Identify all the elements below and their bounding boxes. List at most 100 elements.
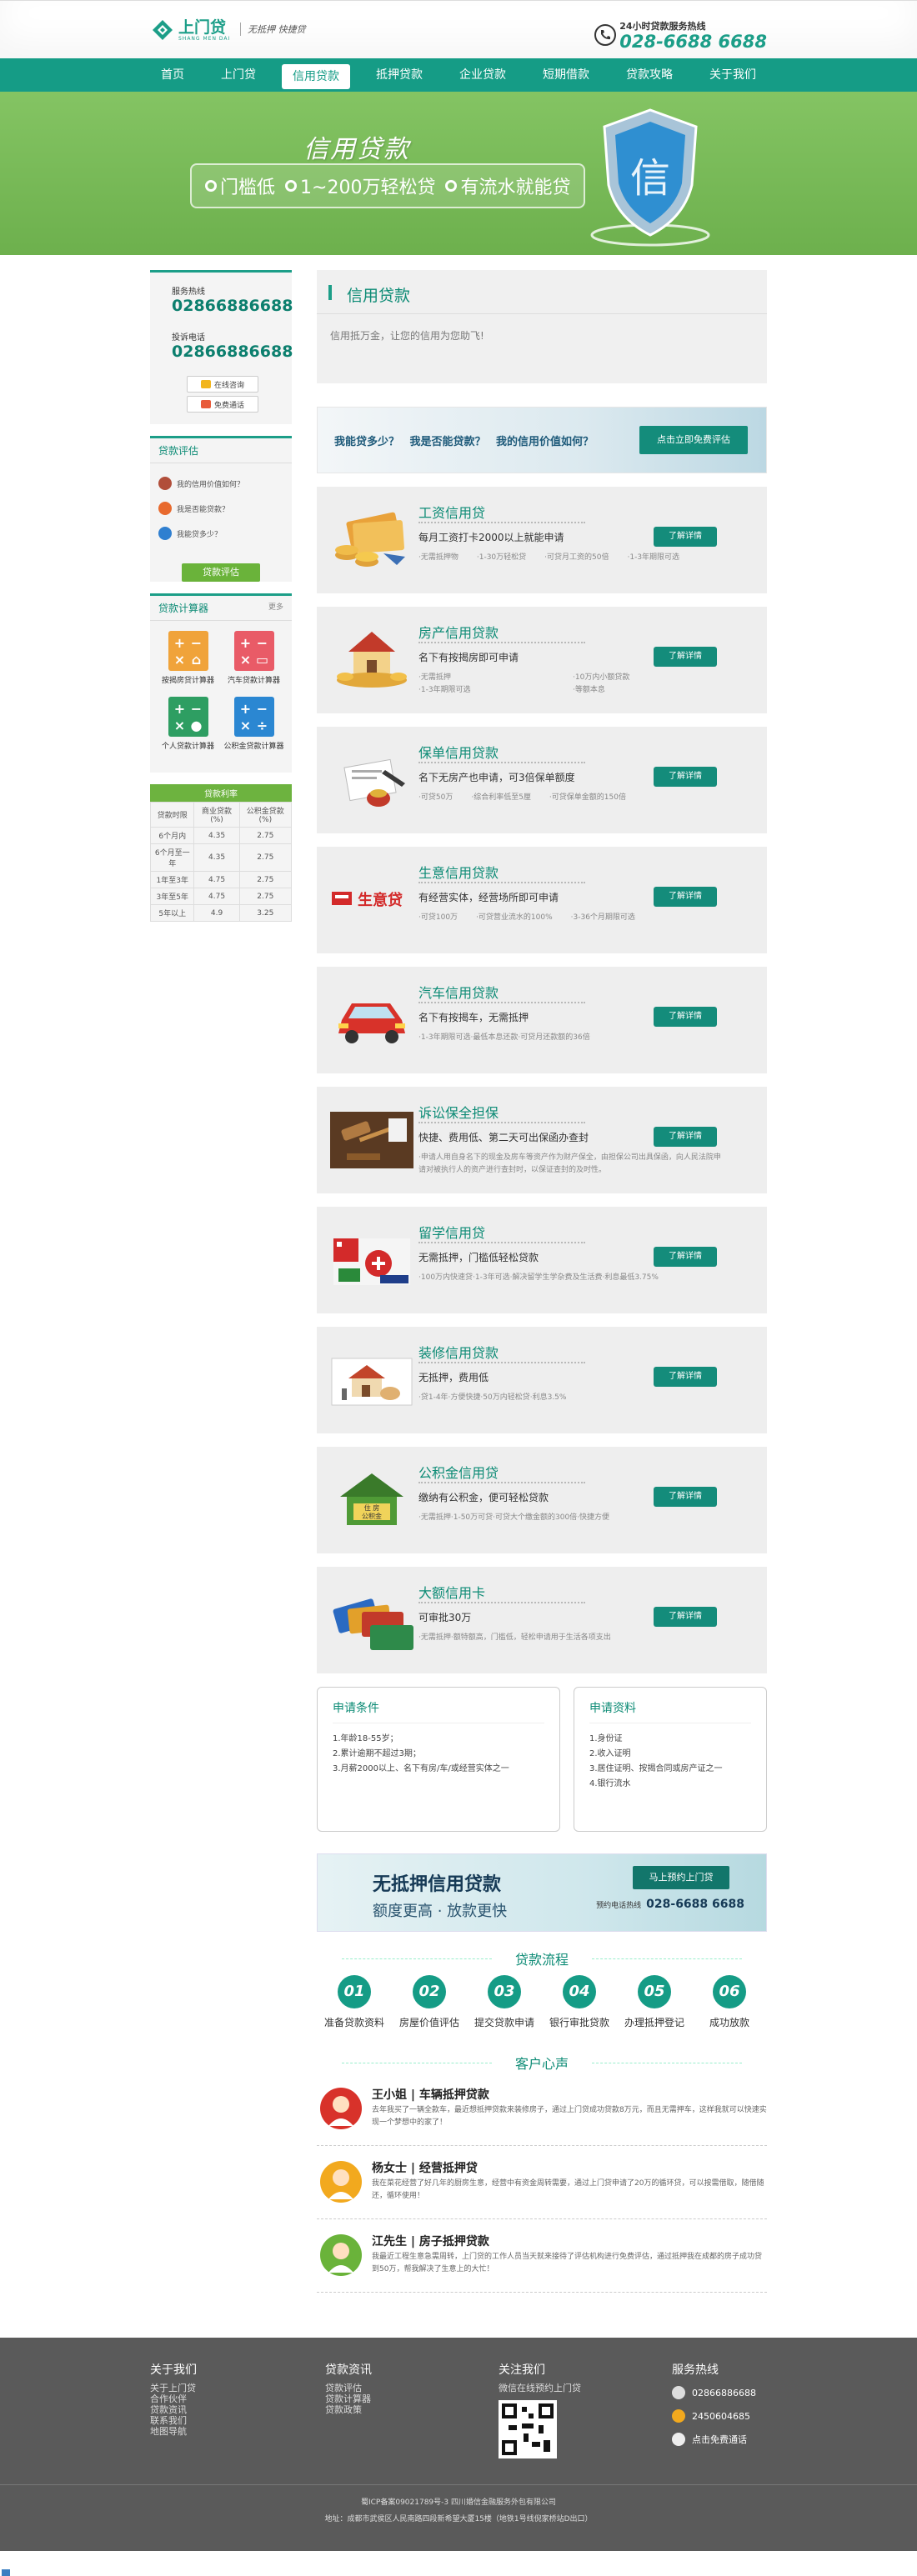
logo-subtitle: SHANG MEN DAI [178,35,231,42]
eval-title: 贷款评估 [150,438,292,463]
calc-more-link[interactable]: 更多 [268,601,283,615]
product-name[interactable]: 保单信用贷款 [418,742,499,762]
svg-text:住 房: 住 房 [364,1503,380,1512]
materials-box: 申请资料 1.身份证 2.收入证明 3.居住证明、按揭合同或房产证之一 4.银行… [574,1687,767,1832]
complaint-label: 投诉电话 [172,333,205,343]
calc-fund[interactable]: + − × ÷ 公积金贷款计算器 [221,697,287,751]
nav-short-term[interactable]: 短期借款 [532,58,600,92]
calculator-icon: + − × ▭ [233,631,274,671]
product-card: 留学信用贷 无需抵押，门槛低轻松贷款 ·100万内快速贷·1-3年可选·解决留学… [317,1207,767,1313]
testimonial-name: 王小姐 | 车辆抵押贷款 [372,2088,489,2102]
details-button[interactable]: 了解详情 [654,1247,717,1267]
intro-panel: 信用贷款 信用抵万金，让您的信用为您助飞! [317,270,767,383]
page-bottom [0,2551,917,2576]
list-item: 2.累计逾期不超过3期； [333,1749,421,1758]
product-summary: 名下有按揭车，无需抵押 [418,1012,529,1023]
footer-link[interactable]: 关于上门贷 [150,2383,197,2393]
product-card: 大额信用卡 可审批30万 ·无需抵押·额特额高，门槛低，轻松申请用于生活各项支出… [317,1567,767,1673]
footer-link[interactable]: 贷款计算器 [325,2393,372,2404]
product-summary: 有经营实体，经营场所即可申请 [418,892,559,903]
table-row: 3年至5年 4.75 2.75 [149,888,293,905]
product-card: 住 房公积金 公积金信用贷 缴纳有公积金，便可轻松贷款 ·无需抵押·1-50万可… [317,1447,767,1553]
footer-qq[interactable]: 2450604685 [672,2409,756,2423]
product-name[interactable]: 诉讼保全担保 [418,1102,499,1122]
eval-item[interactable]: 我是否能贷款？ [158,502,283,515]
footer-free-call[interactable]: 点击免费通话 [672,2433,756,2446]
calc-personal[interactable]: + − × ● 个人贷款计算器 [155,697,221,751]
product-name[interactable]: 工资信用贷 [418,502,485,522]
product-name[interactable]: 汽车信用贷款 [418,982,499,1002]
details-button[interactable]: 了解详情 [654,1127,717,1147]
main-nav: 首页 上门贷 信用贷款 抵押贷款 企业贷款 短期借款 贷款攻略 关于我们 [0,58,917,92]
eval-item[interactable]: 我的信用价值如何？ [158,477,283,490]
avatar [320,2161,362,2203]
footer-link[interactable]: 合作伙伴 [150,2393,197,2404]
product-name[interactable]: 房产信用贷款 [418,622,499,642]
product-summary: 可审批30万 [418,1612,472,1623]
title-accent [328,285,332,300]
calc-car[interactable]: + − × ▭ 汽车贷款计算器 [221,631,287,685]
details-button[interactable]: 了解详情 [654,647,717,667]
service-number: 02866886688 [172,297,293,315]
rate-table-box: 贷款利率 贷款时限 商业贷款(%) 公积金贷款(%) 6个月内 4.35 2.75 6个… [149,784,293,922]
nav-guide[interactable]: 贷款攻略 [615,58,684,92]
list-item: 2.收入证明 [589,1749,631,1758]
svg-text:生意贷: 生意贷 [358,891,403,909]
footer-link[interactable]: 贷款资讯 [150,2404,197,2415]
bullet-icon [205,180,217,192]
details-button[interactable]: 了解详情 [654,767,717,787]
product-name[interactable]: 公积金信用贷 [418,1462,499,1482]
product-name[interactable]: 留学信用贷 [418,1222,485,1242]
online-consult-button[interactable]: 在线咨询 [187,376,258,393]
nav-shangmendai[interactable]: 上门贷 [210,58,267,92]
calc-mortgage[interactable]: + − × ⌂ 按揭房贷计算器 [155,631,221,685]
product-features: ·申请人用自身名下的现金及房车等资产作为财产保全，由担保公司出具保函，向人民法院… [418,1153,721,1174]
nav-business-loan[interactable]: 企业贷款 [448,58,517,92]
eval-item[interactable]: 我能贷多少？ [158,527,283,540]
product-features: ·贷1-4年·方便快捷·50万内轻松贷·利息3.5% [418,1393,567,1402]
details-button[interactable]: 了解详情 [654,887,717,907]
footer-link[interactable]: 贷款评估 [325,2383,372,2393]
coins-card-icon [330,507,413,573]
product-name[interactable]: 大额信用卡 [418,1582,485,1602]
nav-about[interactable]: 关于我们 [699,58,767,92]
policy-icon [330,747,413,813]
details-button[interactable]: 了解详情 [654,1487,717,1507]
product-card: 诉讼保全担保 快捷、费用低、第二天可出保函办查封 ·申请人用自身名下的现金及房车… [317,1087,767,1193]
details-button[interactable]: 了解详情 [654,1007,717,1027]
logo[interactable]: 上门贷 SHANG MEN DAI [150,18,230,43]
details-button[interactable]: 了解详情 [654,1607,717,1627]
book-visit-button[interactable]: 马上预约上门贷 [633,1866,729,1889]
footer-link[interactable]: 地图导航 [150,2426,197,2437]
free-call-button[interactable]: 免费通话 [187,396,258,413]
logo-icon [150,18,175,43]
study-abroad-icon [330,1227,413,1293]
person-icon [158,477,172,490]
banner-feature: 1~200万轻松贷 [300,178,436,198]
nav-credit-loan[interactable]: 信用贷款 [282,64,350,89]
product-features: ·可贷100万 ·可贷营业流水的100% ·3-36个月期限可选 [418,913,635,922]
hero-banner: 信用贷款 门槛低 1~200万轻松贷 有流水就能贷 信 [0,92,917,255]
loan-eval-button[interactable]: 贷款评估 [182,563,260,582]
footer-link[interactable]: 联系我们 [150,2415,197,2426]
product-name[interactable]: 装修信用贷款 [418,1342,499,1362]
contact-box: 服务热线 02866886688 投诉电话 02866886688 在线咨询 免… [150,270,293,424]
table-row: 5年以上 4.9 3.25 [149,904,293,922]
slogan: 无抵押 快捷贷 [240,23,306,36]
main-content: 信用贷款 信用抵万金，让您的信用为您助飞! 我能贷多少？ 我是否能贷款？ 我的信… [317,270,767,2293]
product-features: ·无需抵押·额特额高，门槛低，轻松申请用于生活各项支出 [418,1633,611,1642]
free-evaluation-button[interactable]: 点击立即免费评估 [639,426,748,454]
details-button[interactable]: 了解详情 [654,527,717,547]
avatar [320,2234,362,2276]
bullet-icon [445,180,458,192]
list-item: 3.月薪2000以上、名下有房/车/或经营实体之一 [333,1764,509,1773]
product-name[interactable]: 生意信用贷款 [418,862,499,882]
footer-link[interactable]: 贷款政策 [325,2404,372,2415]
product-features: ·100万内快速贷·1-3年可选·解决留学生学杂费及生活费·利息最低3.75% [418,1273,659,1282]
nav-home[interactable]: 首页 [150,58,195,92]
list-item: 1.年龄18-55岁； [333,1734,398,1743]
nav-mortgage-loan[interactable]: 抵押贷款 [365,58,433,92]
details-button[interactable]: 了解详情 [654,1367,717,1387]
business-loan-logo: 生意贷 [330,867,413,933]
testimonial-name: 江先生 | 房子抵押贷款 [372,2235,489,2248]
